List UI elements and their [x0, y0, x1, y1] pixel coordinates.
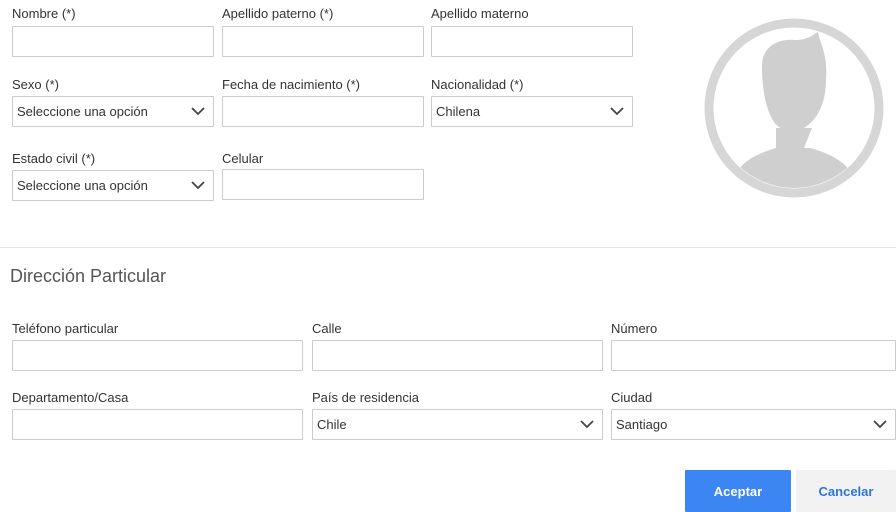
sexo-selected-value: Seleccione una opción — [17, 104, 148, 119]
estado-civil-select[interactable]: Seleccione una opción — [12, 170, 214, 201]
departamento-input[interactable] — [12, 409, 303, 440]
pais-selected-value: Chile — [317, 417, 347, 432]
cancel-button[interactable]: Cancelar — [796, 470, 896, 512]
chevron-down-icon — [183, 96, 213, 127]
nacionalidad-selected-value: Chilena — [436, 104, 481, 119]
apellido-materno-input[interactable] — [431, 26, 633, 57]
apellido-materno-label: Apellido materno — [431, 6, 529, 21]
sexo-label: Sexo (*) — [12, 77, 59, 92]
pais-label: País de residencia — [312, 390, 419, 405]
apellido-paterno-label: Apellido paterno (*) — [222, 6, 334, 21]
user-avatar-placeholder-icon[interactable] — [704, 18, 884, 198]
nombre-label: Nombre (*) — [12, 6, 76, 21]
numero-label: Número — [611, 321, 658, 336]
accept-button[interactable]: Aceptar — [685, 470, 791, 512]
departamento-label: Departamento/Casa — [12, 390, 129, 405]
sexo-select[interactable]: Seleccione una opción — [12, 96, 214, 127]
telefono-label: Teléfono particular — [12, 321, 119, 336]
estado-civil-selected-value: Seleccione una opción — [17, 178, 148, 193]
chevron-down-icon — [865, 409, 895, 440]
pais-select[interactable]: Chile — [312, 409, 603, 440]
calle-input[interactable] — [312, 340, 603, 371]
chevron-down-icon — [183, 170, 213, 201]
estado-civil-label: Estado civil (*) — [12, 151, 96, 166]
ciudad-select[interactable]: Santiago — [611, 409, 896, 440]
ciudad-selected-value: Santiago — [616, 417, 668, 432]
section-divider — [0, 247, 896, 248]
celular-label: Celular — [222, 151, 264, 166]
fecha-nacimiento-input[interactable] — [222, 96, 424, 127]
chevron-down-icon — [572, 409, 602, 440]
nacionalidad-label: Nacionalidad (*) — [431, 77, 524, 92]
telefono-input[interactable] — [12, 340, 303, 371]
calle-label: Calle — [312, 321, 342, 336]
celular-input[interactable] — [222, 169, 424, 200]
nombre-input[interactable] — [12, 26, 214, 57]
ciudad-label: Ciudad — [611, 390, 653, 405]
chevron-down-icon — [602, 96, 632, 127]
apellido-paterno-input[interactable] — [222, 26, 424, 57]
address-section-title: Dirección Particular — [10, 266, 167, 286]
nacionalidad-select[interactable]: Chilena — [431, 96, 633, 127]
fecha-nacimiento-label: Fecha de nacimiento (*) — [222, 77, 361, 92]
numero-input[interactable] — [611, 340, 896, 371]
